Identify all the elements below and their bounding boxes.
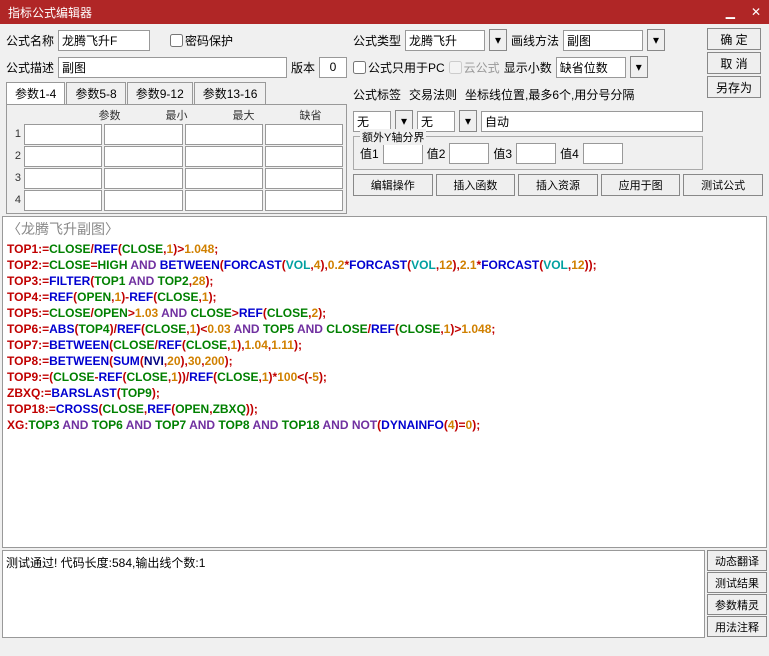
param-2-def[interactable] (265, 146, 343, 167)
pc-only-checkbox[interactable]: 公式只用于PC (353, 59, 445, 76)
param-4-name[interactable] (24, 190, 102, 211)
extra-yaxis-legend: 额外Y轴分界 (360, 129, 426, 145)
param-col-max: 最大 (210, 107, 277, 123)
yaxis-v4-input[interactable] (583, 143, 623, 164)
param-col-name: 参数 (76, 107, 143, 123)
show-decimals-dropdown[interactable]: ▾ (630, 56, 648, 78)
param-4-min[interactable] (104, 190, 182, 211)
label-formula-type: 公式类型 (353, 32, 401, 49)
extra-yaxis-group: 额外Y轴分界 值1 值2 值3 值4 (353, 136, 703, 170)
show-decimals-input[interactable] (556, 57, 626, 78)
param-3-def[interactable] (265, 168, 343, 189)
test-result-button[interactable]: 测试结果 (707, 572, 767, 593)
window-title: 指标公式编辑器 (8, 4, 92, 21)
formula-type-dropdown[interactable]: ▾ (489, 29, 507, 51)
param-1-max[interactable] (185, 124, 263, 145)
password-protect-checkbox[interactable]: 密码保护 (170, 32, 233, 49)
usage-comment-button[interactable]: 用法注释 (707, 616, 767, 637)
saveas-button[interactable]: 另存为 (707, 76, 761, 98)
label-coord-line: 坐标线位置,最多6个,用分号分隔 (465, 86, 634, 103)
param-wizard-button[interactable]: 参数精灵 (707, 594, 767, 615)
label-formula-desc: 公式描述 (6, 59, 54, 76)
param-2-max[interactable] (185, 146, 263, 167)
code-editor[interactable]: 〈龙腾飞升副图〉 TOP1:=CLOSE/REF(CLOSE,1)>1.048;… (2, 216, 767, 548)
version-input[interactable] (319, 57, 347, 78)
trade-rule-dropdown[interactable]: ▾ (459, 110, 477, 132)
status-message: 测试通过! 代码长度:584,输出线个数:1 (2, 550, 705, 638)
yaxis-v3-input[interactable] (516, 143, 556, 164)
yaxis-v1-input[interactable] (383, 143, 423, 164)
label-formula-tag: 公式标签 (353, 86, 405, 103)
label-trade-rule: 交易法则 (409, 86, 461, 103)
tab-params-13-16[interactable]: 参数13-16 (194, 82, 267, 104)
param-3-name[interactable] (24, 168, 102, 189)
code-body[interactable]: TOP1:=CLOSE/REF(CLOSE,1)>1.048;TOP2:=CLO… (3, 241, 766, 433)
test-formula-button[interactable]: 测试公式 (683, 174, 763, 196)
label-formula-name: 公式名称 (6, 32, 54, 49)
yaxis-v2-input[interactable] (449, 143, 489, 164)
param-4-def[interactable] (265, 190, 343, 211)
insert-res-button[interactable]: 插入资源 (518, 174, 598, 196)
cancel-button[interactable]: 取 消 (707, 52, 761, 74)
param-2-min[interactable] (104, 146, 182, 167)
titlebar: 指标公式编辑器 ▁ ✕ (0, 0, 769, 24)
formula-type-input[interactable] (405, 30, 485, 51)
tab-params-1-4[interactable]: 参数1-4 (6, 82, 65, 104)
param-grid: 参数 最小 最大 缺省 1234 (6, 105, 347, 214)
param-1-def[interactable] (265, 124, 343, 145)
tab-params-9-12[interactable]: 参数9-12 (127, 82, 193, 104)
coord-line-input[interactable] (481, 111, 703, 132)
formula-desc-input[interactable] (58, 57, 287, 78)
apply-chart-button[interactable]: 应用于图 (601, 174, 681, 196)
close-icon[interactable]: ✕ (747, 5, 765, 19)
cloud-formula-checkbox: 云公式 (449, 59, 500, 76)
param-3-min[interactable] (104, 168, 182, 189)
param-col-def: 缺省 (277, 107, 344, 123)
param-col-min: 最小 (143, 107, 210, 123)
param-4-max[interactable] (185, 190, 263, 211)
param-tabs: 参数1-4 参数5-8 参数9-12 参数13-16 (6, 82, 347, 105)
label-draw-method: 画线方法 (511, 32, 559, 49)
code-title: 〈龙腾飞升副图〉 (3, 217, 766, 241)
param-1-name[interactable] (24, 124, 102, 145)
edit-op-button[interactable]: 编辑操作 (353, 174, 433, 196)
ok-button[interactable]: 确 定 (707, 28, 761, 50)
label-version: 版本 (291, 59, 315, 76)
param-2-name[interactable] (24, 146, 102, 167)
minimize-icon[interactable]: ▁ (722, 5, 739, 19)
draw-method-dropdown[interactable]: ▾ (647, 29, 665, 51)
dynamic-translate-button[interactable]: 动态翻译 (707, 550, 767, 571)
formula-name-input[interactable] (58, 30, 150, 51)
form-area: 公式名称 密码保护 公式描述 版本 参数1-4 参数5-8 参数9-12 参数1… (0, 24, 769, 216)
param-1-min[interactable] (104, 124, 182, 145)
param-3-max[interactable] (185, 168, 263, 189)
tab-params-5-8[interactable]: 参数5-8 (66, 82, 125, 104)
draw-method-input[interactable] (563, 30, 643, 51)
label-show-decimals: 显示小数 (504, 59, 552, 76)
insert-fn-button[interactable]: 插入函数 (436, 174, 516, 196)
